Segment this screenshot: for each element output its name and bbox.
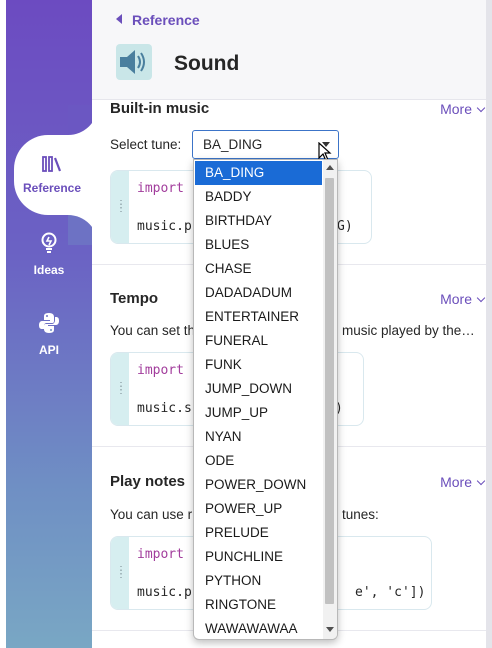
sidebar-item-ideas[interactable]: Ideas [6, 232, 92, 277]
window-edge [486, 0, 492, 648]
scroll-down-arrow-icon[interactable] [326, 627, 334, 632]
breadcrumb[interactable]: Reference [116, 12, 200, 28]
more-button-play-notes[interactable]: More [440, 474, 486, 490]
dropdown-option[interactable]: DADADADUM [195, 281, 322, 305]
more-label: More [440, 474, 472, 490]
code-line: G) [337, 219, 353, 234]
grip-dots-icon: ⋮ ⋮ [116, 381, 126, 396]
tune-select[interactable]: BA_DING [192, 130, 339, 159]
section-description: tunes: [342, 507, 379, 522]
page-header: Reference Sound [92, 0, 492, 100]
lightbulb-icon [41, 232, 57, 257]
section-title-builtin-music: Built-in music [110, 100, 210, 117]
dropdown-option[interactable]: BA_DING [195, 161, 322, 185]
more-label: More [440, 101, 472, 117]
more-button-builtin[interactable]: More [440, 101, 486, 117]
dropdown-option[interactable]: WAWAWAWAA [195, 617, 322, 639]
section-description: music played by the… [342, 323, 475, 338]
drag-handle[interactable]: ⋮ ⋮ [111, 171, 129, 243]
breadcrumb-label: Reference [132, 12, 200, 28]
code-line: music.s [137, 401, 192, 416]
tune-select-value: BA_DING [203, 137, 263, 152]
sidebar-item-label: Reference [22, 181, 82, 195]
dropdown-option[interactable]: JUMP_DOWN [195, 377, 322, 401]
dropdown-option[interactable]: BLUES [195, 233, 322, 257]
dropdown-option[interactable]: BIRTHDAY [195, 209, 322, 233]
dropdown-option[interactable]: PRELUDE [195, 521, 322, 545]
back-arrow-icon [116, 14, 122, 24]
grip-dots-icon: ⋮ ⋮ [116, 565, 126, 580]
section-title-play-notes: Play notes [110, 473, 186, 490]
section-description: You can set th [110, 323, 196, 338]
code-line: import [137, 181, 184, 196]
sidebar-item-reference[interactable]: Reference [14, 135, 98, 215]
tune-dropdown-list[interactable]: BA_DING BADDY BIRTHDAY BLUES CHASE DADADADUM E… [193, 159, 338, 640]
code-line: music.p [137, 585, 192, 600]
dropdown-option[interactable]: POWER_UP [195, 497, 322, 521]
dropdown-option[interactable]: POWER_DOWN [195, 473, 322, 497]
dropdown-option[interactable]: FUNK [195, 353, 322, 377]
chevron-down-icon [476, 476, 486, 486]
section-description: You can use r [110, 507, 193, 522]
scroll-up-arrow-icon[interactable] [326, 165, 334, 170]
chevron-down-icon [476, 103, 486, 113]
dropdown-option[interactable]: RINGTONE [195, 593, 322, 617]
scrollbar[interactable] [323, 160, 337, 639]
speaker-icon [116, 44, 152, 80]
python-icon [38, 313, 60, 337]
section-title-tempo: Tempo [110, 290, 159, 307]
dropdown-option[interactable]: JUMP_UP [195, 401, 322, 425]
code-line: e', 'c']) [355, 585, 426, 600]
code-line: import [137, 363, 184, 378]
scrollbar-thumb[interactable] [325, 178, 334, 604]
dropdown-option[interactable]: ENTERTAINER [195, 305, 322, 329]
dropdown-option[interactable]: PYTHON [195, 569, 322, 593]
code-line: music.p [137, 219, 192, 234]
code-line: import [137, 547, 184, 562]
drag-handle[interactable]: ⋮ ⋮ [111, 537, 129, 609]
dropdown-option[interactable]: BADDY [195, 185, 322, 209]
dropdown-option[interactable]: NYAN [195, 425, 322, 449]
page-title: Sound [174, 52, 240, 75]
dropdown-option[interactable]: PUNCHLINE [195, 545, 322, 569]
sidebar: Reference Ideas API [6, 0, 98, 648]
chevron-down-icon [476, 293, 486, 303]
reference-icon [42, 155, 64, 176]
select-tune-label: Select tune: [110, 137, 182, 152]
more-button-tempo[interactable]: More [440, 291, 486, 307]
sidebar-item-label: Ideas [33, 263, 65, 277]
sidebar-item-label: API [38, 343, 59, 357]
drag-handle[interactable]: ⋮ ⋮ [111, 353, 129, 425]
sidebar-item-api[interactable]: API [6, 312, 92, 357]
more-label: More [440, 291, 472, 307]
dropdown-option[interactable]: ODE [195, 449, 322, 473]
grip-dots-icon: ⋮ ⋮ [116, 199, 126, 214]
dropdown-option[interactable]: FUNERAL [195, 329, 322, 353]
dropdown-option[interactable]: CHASE [195, 257, 322, 281]
